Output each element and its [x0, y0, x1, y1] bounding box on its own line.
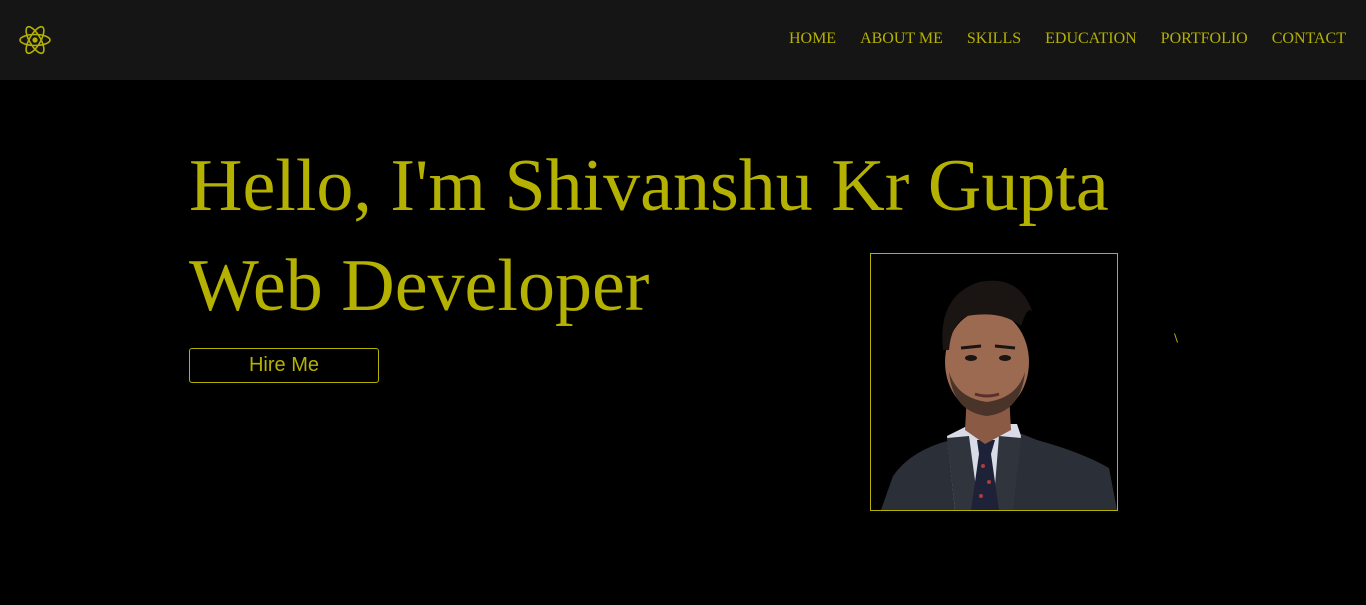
atom-icon[interactable]	[18, 23, 52, 57]
person-portrait-icon	[881, 280, 1117, 510]
main-nav: HOME ABOUT ME SKILLS EDUCATION PORTFOLIO…	[765, 29, 1346, 49]
hire-me-button[interactable]: Hire Me	[189, 348, 379, 383]
nav-about-link[interactable]: ABOUT ME	[860, 29, 943, 49]
nav-skills-link[interactable]: SKILLS	[967, 29, 1021, 49]
hero-subtitle: Web Developer	[189, 245, 650, 327]
nav-contact-link[interactable]: CONTACT	[1272, 29, 1346, 49]
nav-education-link[interactable]: EDUCATION	[1045, 29, 1137, 49]
hero-title: Hello, I'm Shivanshu Kr Gupta	[189, 145, 1109, 227]
navbar: HOME ABOUT ME SKILLS EDUCATION PORTFOLIO…	[0, 0, 1366, 80]
nav-portfolio-link[interactable]: PORTFOLIO	[1161, 29, 1248, 49]
stray-mark	[1174, 333, 1178, 343]
profile-photo	[870, 253, 1118, 511]
nav-home-link[interactable]: HOME	[789, 29, 836, 49]
